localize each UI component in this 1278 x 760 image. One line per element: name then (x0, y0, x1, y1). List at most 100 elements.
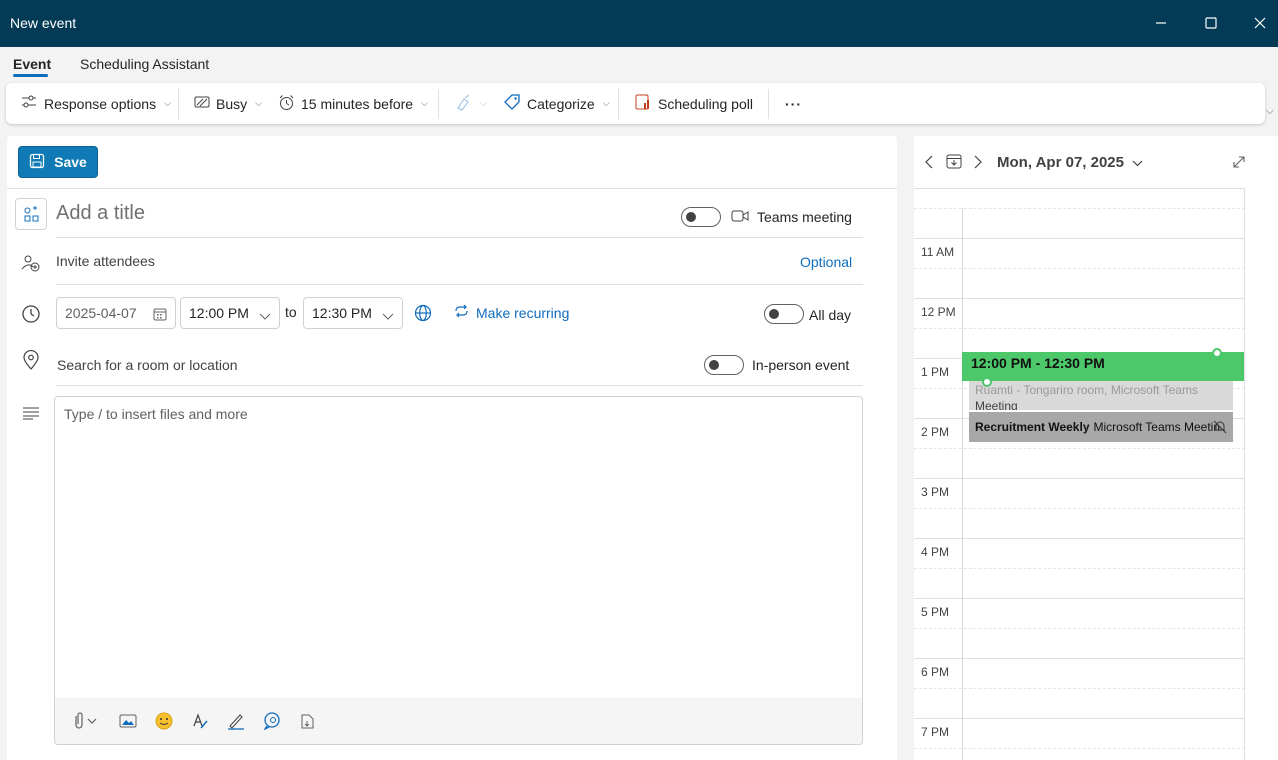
calendar-time-grid[interactable]: 11 AM 12 PM 1 PM 2 PM 3 PM 4 PM 5 PM 6 P… (914, 188, 1245, 760)
save-label: Save (54, 154, 87, 170)
grid-line (914, 658, 1244, 659)
close-icon[interactable] (1249, 12, 1271, 34)
body-editor[interactable]: Type / to insert files and more (54, 396, 863, 745)
chevron-down-icon: ⌵ (602, 98, 610, 108)
all-day-toggle[interactable] (764, 304, 804, 324)
reminder-label: 15 minutes before (301, 95, 414, 112)
busy-status-button[interactable]: Busy ⌵ (194, 83, 262, 124)
alarm-clock-icon (278, 94, 295, 114)
recurring-event-block[interactable]: Recruitment Weekly Microsoft Teams Meeti… (969, 412, 1233, 442)
tab-event[interactable]: Event (13, 56, 51, 72)
hour-label: 11 AM (921, 245, 955, 259)
start-date-value: 2025-04-07 (65, 305, 137, 321)
go-to-today-icon[interactable] (946, 153, 962, 172)
people-add-icon (20, 252, 42, 274)
apps-addin-icon[interactable] (297, 710, 319, 732)
calendar-date-label: Mon, Apr 07, 2025 (997, 154, 1124, 171)
repeat-icon (453, 304, 470, 321)
grid-half-line (914, 208, 1244, 209)
insert-picture-icon[interactable] (117, 710, 139, 732)
recurring-event-subtitle: Microsoft Teams Meetin (1093, 420, 1221, 434)
in-person-event-toggle[interactable] (704, 355, 744, 375)
grid-half-line (914, 628, 1244, 629)
next-day-icon[interactable] (973, 155, 983, 172)
to-label: to (285, 304, 297, 320)
grid-half-line (914, 448, 1244, 449)
emoji-icon[interactable] (153, 710, 175, 732)
divider (56, 385, 863, 386)
grid-line (914, 538, 1244, 539)
hour-label: 7 PM (921, 725, 950, 739)
expand-icon[interactable] (1232, 155, 1246, 172)
response-options-label: Response options (44, 95, 157, 112)
chevron-down-icon: ⌵ (255, 98, 262, 108)
scheduling-poll-button[interactable]: Scheduling poll (634, 83, 753, 124)
toolbar-divider (768, 89, 769, 119)
maximize-icon[interactable] (1200, 12, 1222, 34)
minimize-icon[interactable] (1150, 12, 1172, 34)
chevron-down-icon: ⌵ (421, 98, 428, 108)
start-time-field[interactable]: 12:00 PM (180, 297, 280, 329)
video-camera-icon (729, 205, 751, 227)
attach-file-icon[interactable] (69, 710, 99, 732)
editor-toolbar (55, 698, 862, 744)
grid-line (914, 238, 1244, 239)
previous-day-icon[interactable] (924, 155, 934, 172)
response-options-button[interactable]: Response options ⌵ (20, 83, 171, 124)
in-person-event-label: In-person event (752, 357, 850, 373)
grid-line (914, 598, 1244, 599)
hour-label: 12 PM (921, 305, 956, 319)
tab-bar: Event Scheduling Assistant (0, 47, 1278, 81)
divider (7, 188, 897, 189)
calendar-date-picker[interactable]: Mon, Apr 07, 2025 (997, 154, 1143, 171)
save-button[interactable]: Save (18, 146, 98, 178)
event-category-icon[interactable] (15, 198, 47, 230)
title-input[interactable]: Add a title (56, 202, 145, 225)
new-event-block[interactable]: 12:00 PM - 12:30 PM (962, 352, 1244, 381)
body-placeholder: Type / to insert files and more (64, 406, 248, 422)
tab-scheduling-assistant[interactable]: Scheduling Assistant (80, 56, 209, 72)
all-day-label: All day (809, 307, 852, 323)
poll-icon (634, 93, 652, 114)
ghost-event-type: Meeting (975, 399, 1018, 410)
resize-handle-top[interactable] (1212, 348, 1222, 358)
make-recurring-label: Make recurring (476, 304, 570, 321)
toolbar-divider (618, 89, 619, 119)
recurring-event-title: Recruitment Weekly (975, 420, 1090, 434)
format-text-icon[interactable] (189, 710, 211, 732)
chevron-down-icon (259, 308, 271, 324)
calendar-header: Mon, Apr 07, 2025 (914, 136, 1278, 188)
make-recurring-button[interactable]: Make recurring (453, 304, 569, 321)
hour-label: 3 PM (921, 485, 950, 499)
grid-line (914, 298, 1244, 299)
globe-time-zone-icon[interactable] (412, 302, 434, 324)
text-lines-icon (20, 402, 42, 424)
teams-meeting-toggle[interactable] (681, 207, 721, 227)
categorize-button[interactable]: Categorize ⌵ (503, 83, 610, 124)
calendar-icon (153, 307, 167, 324)
busy-label: Busy (216, 95, 248, 112)
reminder-button[interactable]: 15 minutes before ⌵ (278, 83, 428, 124)
grid-half-line (914, 688, 1244, 689)
chevron-down-icon: ⌵ (164, 98, 171, 108)
divider (56, 284, 863, 285)
status-flag-button[interactable]: ⌵ (454, 83, 487, 124)
end-time-field[interactable]: 12:30 PM (303, 297, 403, 329)
location-input[interactable]: Search for a room or location (57, 357, 238, 373)
copilot-chat-icon[interactable] (261, 710, 283, 732)
start-time-value: 12:00 PM (189, 305, 249, 321)
optional-attendees-link[interactable]: Optional (800, 254, 852, 270)
more-options-button[interactable]: ··· (785, 83, 802, 124)
ribbon-expand-chevron-icon[interactable]: ⌵ (1266, 106, 1274, 117)
location-pin-icon (20, 349, 42, 371)
resize-handle-bottom[interactable] (982, 377, 992, 387)
start-date-field[interactable]: 2025-04-07 (56, 297, 176, 329)
new-event-time: 12:00 PM - 12:30 PM (971, 355, 1105, 371)
signature-pen-icon[interactable] (225, 710, 247, 732)
invite-attendees-input[interactable]: Invite attendees (56, 253, 155, 269)
divider (56, 237, 863, 238)
active-tab-indicator (13, 74, 48, 77)
hour-label: 4 PM (921, 545, 950, 559)
grid-half-line (914, 328, 1244, 329)
toolbar-divider (438, 89, 439, 119)
